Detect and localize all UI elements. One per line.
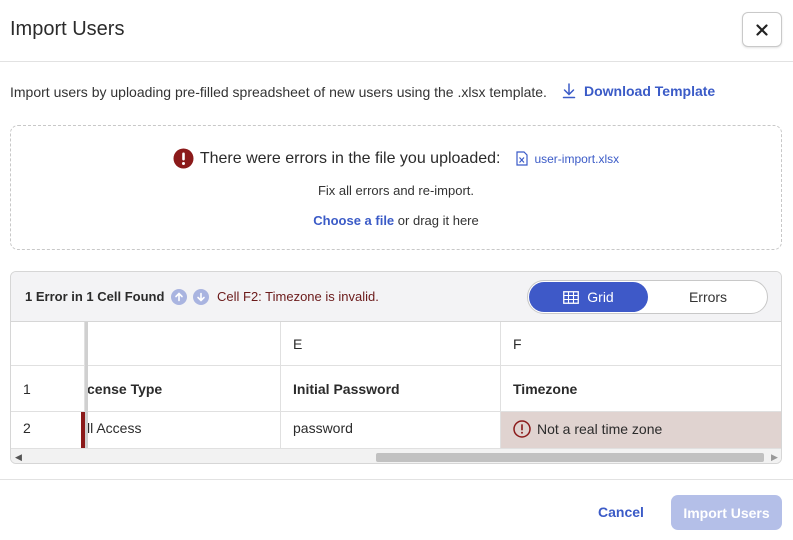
scroll-left-icon[interactable]: ◀ [15, 452, 22, 463]
error-icon [173, 148, 194, 169]
choose-file-line: Choose a file or drag it here [11, 213, 781, 228]
scroll-right-icon[interactable]: ▶ [771, 452, 778, 463]
table-cell[interactable]: ll Access [87, 412, 281, 448]
table-row: 2 ll Access password Not a real time zon… [11, 412, 781, 448]
column-header-f[interactable]: F [501, 322, 781, 365]
frozen-column-divider [85, 322, 88, 448]
error-cell[interactable]: Not a real time zone [501, 412, 781, 448]
row-number: 1 [11, 366, 85, 411]
horizontal-scrollbar[interactable]: ◀ ▶ [11, 448, 781, 463]
dialog-header: Import Users [0, 0, 793, 62]
grid-view-button[interactable]: Grid [529, 282, 648, 312]
previous-error-button[interactable] [171, 289, 187, 305]
table-cell[interactable]: password [281, 412, 501, 448]
error-cell-content: Not a real time zone [513, 420, 662, 438]
errors-view-button[interactable]: Errors [650, 282, 766, 312]
upload-error-line: There were errors in the file you upload… [11, 148, 781, 169]
drag-hint: or drag it here [397, 213, 479, 228]
intro-text: Import users by uploading pre-filled spr… [10, 84, 547, 100]
column-header-d [87, 322, 281, 365]
cancel-button[interactable]: Cancel [598, 504, 644, 520]
error-navigation [171, 289, 209, 305]
table-row: 1 cense Type Initial Password Timezone [11, 366, 781, 412]
close-icon [756, 23, 768, 36]
arrow-up-icon [175, 292, 183, 302]
uploaded-file-name: user-import.xlsx [534, 151, 620, 166]
warning-circle-icon [513, 420, 531, 438]
error-cell-value: Not a real time zone [537, 421, 663, 437]
error-count: 1 Error in 1 Cell Found [25, 289, 165, 304]
dialog-title: Import Users [10, 18, 125, 40]
grid-toolbar: 1 Error in 1 Cell Found Cell F2: Timezon… [11, 272, 781, 322]
table-cell[interactable]: Initial Password [281, 366, 501, 411]
table-cell[interactable]: cense Type [87, 366, 281, 411]
column-header-e[interactable]: E [281, 322, 501, 365]
uploaded-file: user-import.xlsx [516, 151, 619, 166]
view-toggle: Grid Errors [527, 280, 768, 314]
corner-cell [11, 322, 85, 365]
upload-error-text: There were errors in the file you upload… [199, 149, 501, 167]
download-icon [562, 83, 576, 99]
table-cell[interactable]: Timezone [501, 366, 781, 411]
import-users-button[interactable]: Import Users [671, 495, 782, 530]
validation-grid-panel: 1 Error in 1 Cell Found Cell F2: Timezon… [10, 271, 782, 464]
file-dropzone[interactable]: There were errors in the file you upload… [10, 125, 782, 250]
grid-view-label: Grid [587, 289, 614, 305]
column-header-row: E F [11, 322, 781, 366]
download-template-link[interactable]: Download Template [562, 83, 715, 99]
row-number: 2 [11, 412, 85, 448]
next-error-button[interactable] [193, 289, 209, 305]
fix-errors-text: Fix all errors and re-import. [317, 183, 475, 198]
dialog-footer: Cancel Import Users [0, 479, 793, 540]
excel-file-icon [516, 151, 529, 166]
close-button[interactable] [742, 12, 782, 47]
download-template-label: Download Template [584, 83, 716, 99]
arrow-down-icon [197, 292, 205, 302]
scrollbar-thumb[interactable] [376, 453, 764, 462]
choose-file-link[interactable]: Choose a file [313, 213, 394, 228]
cell-error-message: Cell F2: Timezone is invalid. [217, 289, 379, 304]
grid-icon [563, 290, 580, 304]
